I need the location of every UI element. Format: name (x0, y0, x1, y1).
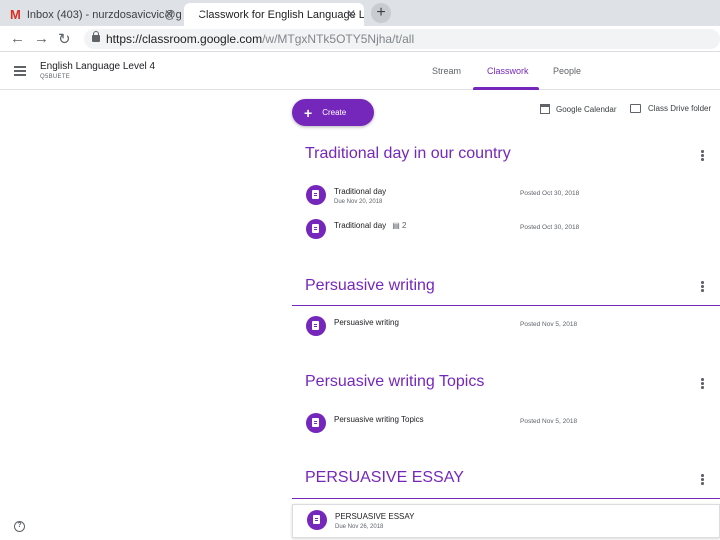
topic-divider (292, 498, 720, 499)
list-item[interactable]: Traditional day ▤ 2 Posted Oct 30, 2018 (292, 214, 720, 248)
tab-classwork[interactable]: Classwork for English Language L ✕ (184, 3, 364, 26)
url-host: https://classroom.google.com (106, 32, 263, 46)
url-field[interactable]: https://classroom.google.com/w/MTgxNTk5O… (84, 29, 720, 49)
tab-gmail-inbox[interactable]: M Inbox (403) - nurzdosavicvic@gcc ✕ (2, 3, 182, 26)
tab-title: Classwork for English Language L (198, 8, 364, 21)
item-due-date: Due Nov 20, 2018 (334, 199, 383, 205)
tab-people[interactable]: People (553, 66, 581, 76)
drive-label: Class Drive folder (648, 104, 712, 113)
class-title[interactable]: English Language Level 4 (40, 61, 155, 72)
help-icon[interactable]: ? (14, 521, 25, 532)
item-title-text: Traditional day (334, 221, 387, 230)
assignment-icon (306, 316, 326, 336)
close-icon[interactable]: ✕ (346, 7, 356, 21)
item-title: Persuasive writing (334, 318, 399, 327)
back-arrow-icon[interactable]: ← (10, 30, 25, 47)
item-posted-date: Posted Oct 30, 2018 (520, 224, 580, 231)
topic-title: Traditional day in our country (305, 145, 511, 162)
topic-title: PERSUASIVE ESSAY (305, 469, 464, 486)
hamburger-menu-icon[interactable] (14, 66, 26, 76)
assignment-icon (307, 510, 327, 530)
list-item[interactable]: Persuasive writing Posted Nov 5, 2018 (292, 311, 720, 345)
assignment-icon (306, 219, 326, 239)
tab-title: Inbox (403) - nurzdosavicvic@gcc (26, 8, 182, 21)
assignment-icon (306, 185, 326, 205)
lock-icon (92, 31, 100, 42)
item-posted-date: Posted Nov 5, 2018 (520, 418, 578, 425)
close-icon[interactable]: ✕ (164, 7, 174, 21)
plus-icon: + (304, 104, 313, 121)
item-title: Persuasive writing Topics (334, 415, 424, 424)
forward-arrow-icon[interactable]: → (34, 30, 49, 47)
topic-divider (292, 305, 720, 306)
list-item[interactable]: Traditional day Due Nov 20, 2018 Posted … (292, 180, 720, 214)
topic-title: Persuasive writing Topics (305, 373, 485, 390)
calendar-label: Google Calendar (556, 104, 617, 114)
active-tab-indicator (473, 87, 539, 90)
class-code: Q5BUETE (40, 74, 71, 80)
new-tab-button[interactable]: + (371, 3, 391, 23)
create-button[interactable]: + Create (292, 99, 374, 126)
url-path: /w/MTgxNTk5OTY5Njha/t/all (262, 32, 415, 46)
calendar-icon (540, 104, 550, 114)
tab-stream[interactable]: Stream (432, 66, 461, 76)
topic-title: Persuasive writing (305, 277, 435, 294)
tab-classwork[interactable]: Classwork (487, 66, 529, 76)
item-title: PERSUASIVE ESSAY (335, 512, 415, 521)
create-label: Create (322, 108, 347, 117)
item-posted-date: Posted Nov 5, 2018 (520, 321, 578, 328)
more-options-icon[interactable] (701, 150, 705, 162)
folder-icon (630, 104, 641, 113)
item-title: Traditional day ▤ 2 (334, 221, 406, 230)
comment-icon: ▤ 2 (392, 221, 407, 230)
google-calendar-link[interactable]: Google Calendar (540, 104, 616, 114)
assignment-icon (306, 413, 326, 433)
browser-tab-bar: M Inbox (403) - nurzdosavicvic@gcc ✕ Cla… (0, 0, 720, 26)
item-title: Traditional day (334, 187, 387, 196)
address-bar: ← → ↻ https://classroom.google.com/w/MTg… (0, 26, 720, 52)
list-item[interactable]: Persuasive writing Topics Posted Nov 5, … (292, 408, 720, 442)
classroom-header: English Language Level 4 Q5BUETE Stream … (0, 52, 720, 90)
more-options-icon[interactable] (701, 281, 705, 293)
more-options-icon[interactable] (701, 474, 705, 486)
gmail-icon: M (10, 7, 21, 22)
more-options-icon[interactable] (701, 378, 705, 390)
item-posted-date: Posted Oct 30, 2018 (520, 190, 580, 197)
list-item[interactable]: PERSUASIVE ESSAY Due Nov 26, 2018 (292, 504, 720, 538)
class-drive-folder-link[interactable]: Class Drive folder (630, 104, 711, 113)
comment-count: 2 (401, 221, 407, 230)
item-due-date: Due Nov 26, 2018 (335, 524, 384, 530)
reload-icon[interactable]: ↻ (58, 30, 71, 48)
